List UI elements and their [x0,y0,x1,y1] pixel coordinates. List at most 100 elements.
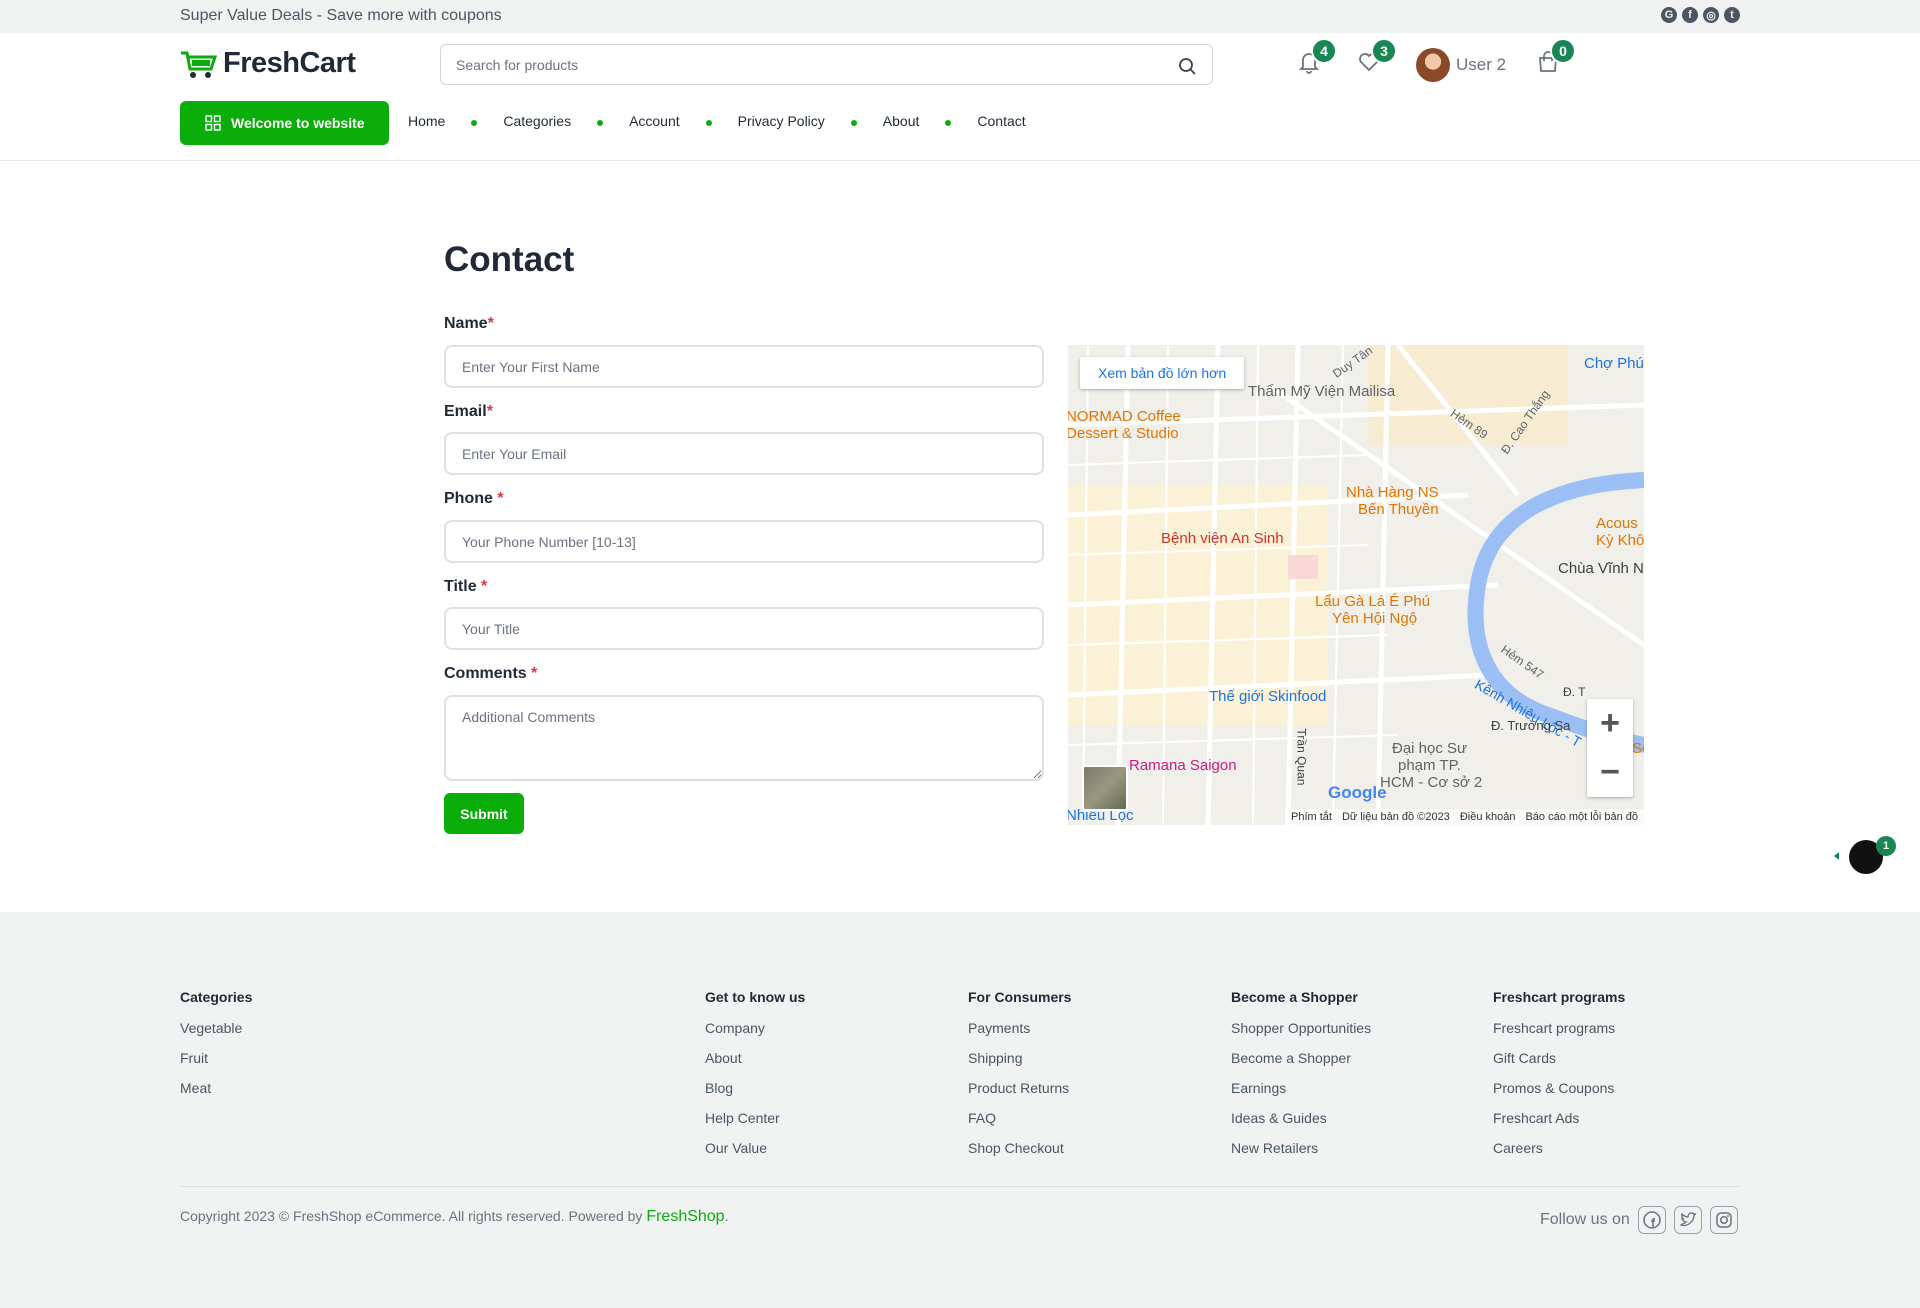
footer-column-title: Categories [180,989,253,1005]
user-menu[interactable]: User 2 [1416,48,1506,82]
footer-column-freshcart-programs: Freshcart programs Freshcart programs Gi… [1493,989,1625,1170]
nav-about[interactable]: About [883,113,920,129]
footer-link[interactable]: Meat [180,1080,252,1110]
footer-link[interactable]: Help Center [705,1110,805,1140]
footer-link[interactable]: Fruit [180,1050,252,1080]
name-label: Name* [444,315,494,332]
map-attribution: Phím tắt Dữ liệu bản đồ ©2023 Điều khoản… [1285,809,1644,825]
footer-column-get-to-know-us: Get to know us Company About Blog Help C… [705,989,805,1170]
map-label: Sơ [1632,740,1644,757]
nav-dot [597,119,604,126]
terms-link[interactable]: Điều khoản [1460,811,1516,823]
satellite-toggle[interactable] [1082,765,1128,811]
map-label: Thế giới Skinfood [1209,688,1327,705]
search-input[interactable] [441,45,1141,84]
chat-arrow-icon [1834,852,1839,860]
nav-account[interactable]: Account [629,113,680,129]
welcome-label: Welcome to website [231,115,365,131]
social-links: G f ◎ t [1661,7,1740,23]
main-nav: Home Categories Account Privacy Policy A… [408,113,1026,129]
footer-link[interactable]: Shipping [968,1050,1071,1080]
map-label: Thẩm Mỹ Viện Mailisa [1248,383,1396,400]
footer-link[interactable]: New Retailers [1231,1140,1371,1170]
email-label: Email* [444,403,493,420]
keyboard-shortcuts-link[interactable]: Phím tắt [1291,811,1332,823]
phone-field[interactable] [444,520,1044,563]
map-label: Đ. Trường Sa [1491,718,1571,733]
zoom-in-button[interactable]: + [1587,699,1633,748]
search-icon[interactable] [1178,57,1196,75]
nav-home[interactable]: Home [408,113,445,129]
header-divider [0,160,1920,161]
footer-link[interactable]: Blog [705,1080,805,1110]
footer-link[interactable]: Become a Shopper [1231,1050,1371,1080]
map-label: Acous [1596,515,1638,532]
footer-link[interactable]: Our Value [705,1140,805,1170]
name-field[interactable] [444,345,1044,388]
nav-dot [850,119,857,126]
footer: Categories Vegetable Fruit Meat Get to k… [0,912,1920,1308]
footer-link[interactable]: Careers [1493,1140,1625,1170]
promo-text: Super Value Deals - Save more with coupo… [180,7,502,24]
footer-link[interactable]: Shopper Opportunities [1231,1020,1371,1050]
email-field[interactable] [444,432,1044,475]
grid-icon [205,115,221,131]
brand-name: FreshCart [223,47,356,79]
cart-badge: 0 [1550,38,1576,64]
instagram-icon[interactable]: ◎ [1703,7,1719,23]
twitter-icon[interactable] [1673,1206,1702,1234]
footer-link[interactable]: Gift Cards [1493,1050,1625,1080]
view-larger-map-link[interactable]: Xem bản đồ lớn hơn [1080,357,1245,389]
footer-column-title: Become a Shopper [1231,989,1358,1005]
submit-button[interactable]: Submit [444,793,524,834]
footer-link[interactable]: Freshcart Ads [1493,1110,1625,1140]
map-label: Bến Thuyền [1358,501,1439,518]
footer-link[interactable]: Company [705,1020,805,1050]
follow-label: Follow us on [1540,1211,1630,1228]
map-label: Đại học Sư [1392,740,1468,757]
powered-by-link[interactable]: FreshShop [646,1208,724,1225]
footer-link[interactable]: About [705,1050,805,1080]
nav-privacy-policy[interactable]: Privacy Policy [738,113,825,129]
footer-link[interactable]: Earnings [1231,1080,1371,1110]
avatar [1416,48,1450,82]
footer-link[interactable]: Product Returns [968,1080,1071,1110]
map-label: NORMAD Coffee [1068,408,1181,425]
welcome-button[interactable]: Welcome to website [180,101,389,145]
chat-badge: 1 [1876,836,1896,856]
map-label: Chợ Phú [1584,355,1644,372]
footer-divider [180,1186,1740,1187]
user-name: User 2 [1456,55,1507,74]
footer-link[interactable]: Freshcart programs [1493,1020,1625,1050]
google-map[interactable]: Xem bản đồ lớn hơn Thẩm Mỹ Viện Mailisa … [1068,345,1644,825]
google-icon[interactable]: G [1661,7,1677,23]
instagram-icon[interactable] [1709,1206,1738,1234]
footer-link[interactable]: Payments [968,1020,1071,1050]
facebook-icon[interactable] [1637,1206,1666,1234]
facebook-icon[interactable]: f [1682,7,1698,23]
map-label: Đ. T [1563,685,1586,699]
footer-column-categories: Categories Vegetable Fruit Meat [180,989,252,1110]
nav-categories[interactable]: Categories [503,113,571,129]
footer-column-become-a-shopper: Become a Shopper Shopper Opportunities B… [1231,989,1371,1170]
page-title: Contact [444,240,575,279]
nav-contact[interactable]: Contact [977,113,1025,129]
copyright: Copyright 2023 © FreshShop eCommerce. Al… [180,1208,729,1225]
comments-field[interactable] [444,695,1044,781]
twitter-icon[interactable]: t [1724,7,1740,23]
footer-link[interactable]: Vegetable [180,1020,252,1050]
report-error-link[interactable]: Báo cáo một lỗi bản đồ [1525,811,1638,823]
title-field[interactable] [444,607,1044,650]
footer-link[interactable]: Ideas & Guides [1231,1110,1371,1140]
brand-logo[interactable]: FreshCart [180,47,356,80]
footer-link[interactable]: FAQ [968,1110,1071,1140]
title-label: Title * [444,578,488,595]
map-label: Trần Quan [1294,728,1309,786]
phone-label: Phone * [444,490,504,507]
zoom-out-button[interactable]: − [1587,748,1633,797]
map-label: Nhà Hàng NS [1346,484,1439,501]
footer-link[interactable]: Promos & Coupons [1493,1080,1625,1110]
top-bar: Super Value Deals - Save more with coupo… [0,0,1920,33]
search-box [440,44,1213,85]
footer-link[interactable]: Shop Checkout [968,1140,1071,1170]
